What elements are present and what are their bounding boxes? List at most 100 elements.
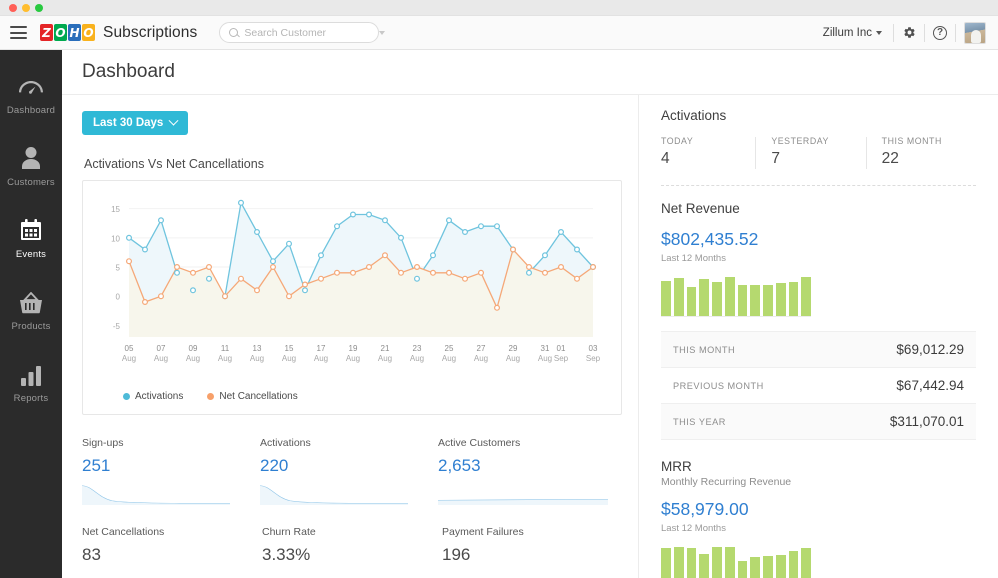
metric-label: Churn Rate — [262, 526, 412, 538]
stat-value: 22 — [882, 150, 968, 168]
svg-text:07: 07 — [157, 344, 166, 353]
gauge-icon — [18, 72, 44, 98]
mrr-panel: MRR Monthly Recurring Revenue $58,979.00… — [661, 459, 976, 578]
basket-icon — [18, 288, 44, 314]
bar — [725, 547, 735, 578]
metric-card[interactable]: Payment Failures 196 — [442, 526, 622, 565]
svg-text:19: 19 — [349, 344, 358, 353]
chart-title: Activations Vs Net Cancellations — [84, 157, 622, 171]
line-chart-svg: -505101505Aug07Aug09Aug11Aug13Aug15Aug17… — [83, 185, 607, 375]
svg-text:-5: -5 — [113, 322, 121, 331]
sidebar-item-events[interactable]: Events — [0, 202, 62, 274]
search-box[interactable] — [219, 22, 379, 43]
mrr-bar-chart — [661, 545, 811, 578]
bar — [661, 548, 671, 578]
svg-text:03: 03 — [589, 344, 598, 353]
help-icon: ? — [933, 26, 947, 40]
app-body: Dashboard Customers Events Products — [0, 50, 998, 578]
avatar[interactable] — [964, 22, 986, 44]
revenue-row[interactable]: THIS YEAR $311,070.01 — [661, 404, 976, 440]
svg-text:01: 01 — [557, 344, 566, 353]
metric-label: Payment Failures — [442, 526, 592, 538]
svg-text:23: 23 — [413, 344, 422, 353]
svg-text:Aug: Aug — [154, 354, 168, 363]
stat-value: 7 — [771, 150, 857, 168]
revenue-row-label: THIS MONTH — [673, 345, 735, 355]
svg-text:Aug: Aug — [250, 354, 264, 363]
metric-label: Active Customers — [438, 437, 608, 449]
org-name: Zillum Inc — [823, 27, 872, 39]
legend-item-activations[interactable]: Activations — [123, 391, 183, 402]
metric-label: Net Cancellations — [82, 526, 232, 538]
sidebar-item-dashboard[interactable]: Dashboard — [0, 58, 62, 130]
metric-label: Sign-ups — [82, 437, 230, 449]
sidebar-item-label: Customers — [7, 177, 55, 188]
net-revenue-bar-chart — [661, 275, 811, 317]
activations-stats: TODAY 4 YESTERDAY 7 THIS MONTH 22 — [661, 136, 976, 168]
revenue-row[interactable]: PREVIOUS MONTH $67,442.94 — [661, 368, 976, 404]
revenue-row-value: $69,012.29 — [896, 342, 964, 357]
bar — [750, 557, 760, 578]
svg-text:Aug: Aug — [474, 354, 488, 363]
sidebar-item-label: Products — [11, 321, 50, 332]
calendar-icon — [19, 216, 43, 242]
svg-text:13: 13 — [253, 344, 262, 353]
sidebar-item-label: Reports — [14, 393, 49, 404]
net-revenue-rows: THIS MONTH $69,012.29 PREVIOUS MONTH $67… — [661, 331, 976, 440]
legend-item-net-cancellations[interactable]: Net Cancellations — [207, 391, 297, 402]
date-range-filter-button[interactable]: Last 30 Days — [82, 111, 188, 135]
sparkline-activations — [260, 484, 408, 506]
chevron-down-icon — [876, 31, 882, 35]
svg-text:Aug: Aug — [314, 354, 328, 363]
help-button[interactable]: ? — [925, 26, 955, 40]
metric-card[interactable]: Churn Rate 3.33% — [262, 526, 442, 565]
top-bar-right: Zillum Inc ? — [823, 22, 986, 44]
stat-label: YESTERDAY — [771, 136, 857, 146]
bar — [776, 555, 786, 578]
mrr-amount: $58,979.00 — [661, 499, 976, 520]
metric-card[interactable]: Active Customers 2,653 — [438, 437, 638, 506]
metric-value: 251 — [82, 456, 230, 476]
sidebar-item-reports[interactable]: Reports — [0, 346, 62, 418]
sidebar-item-customers[interactable]: Customers — [0, 130, 62, 202]
metric-card[interactable]: Activations 220 — [260, 437, 438, 506]
svg-text:Sep: Sep — [586, 354, 601, 363]
chevron-down-icon[interactable] — [379, 31, 385, 35]
bar — [687, 287, 697, 316]
svg-text:10: 10 — [111, 234, 120, 243]
bar-chart-icon — [19, 360, 43, 386]
svg-text:Aug: Aug — [442, 354, 456, 363]
svg-text:5: 5 — [116, 264, 121, 273]
bar — [738, 561, 748, 578]
sidebar-item-products[interactable]: Products — [0, 274, 62, 346]
app-logo[interactable]: Z O H O Subscriptions — [40, 24, 197, 42]
maximize-window-button[interactable] — [35, 4, 43, 12]
revenue-row-label: THIS YEAR — [673, 417, 726, 427]
revenue-row[interactable]: THIS MONTH $69,012.29 — [661, 332, 976, 368]
stat-today: TODAY 4 — [661, 136, 755, 168]
bar — [789, 282, 799, 316]
hamburger-icon[interactable] — [10, 26, 27, 39]
close-window-button[interactable] — [9, 4, 17, 12]
metric-value: 220 — [260, 456, 408, 476]
sidebar-item-label: Dashboard — [7, 105, 55, 116]
legend-swatch — [207, 393, 214, 400]
revenue-row-label: PREVIOUS MONTH — [673, 381, 764, 391]
sidebar: Dashboard Customers Events Products — [0, 50, 62, 578]
mrr-note: Last 12 Months — [661, 523, 976, 534]
svg-text:27: 27 — [477, 344, 486, 353]
metric-card[interactable]: Sign-ups 251 — [82, 437, 260, 506]
metric-value: 83 — [82, 545, 232, 565]
svg-text:0: 0 — [116, 293, 121, 302]
svg-text:11: 11 — [221, 344, 230, 353]
svg-text:29: 29 — [509, 344, 518, 353]
bar — [725, 277, 735, 316]
metric-card[interactable]: Net Cancellations 83 — [82, 526, 262, 565]
metric-value: 2,653 — [438, 456, 608, 476]
search-input[interactable] — [244, 27, 379, 39]
org-switcher[interactable]: Zillum Inc — [823, 27, 893, 39]
settings-button[interactable] — [894, 26, 924, 39]
metric-label: Activations — [260, 437, 408, 449]
zoho-logo-icon: Z O H O — [40, 24, 96, 41]
minimize-window-button[interactable] — [22, 4, 30, 12]
